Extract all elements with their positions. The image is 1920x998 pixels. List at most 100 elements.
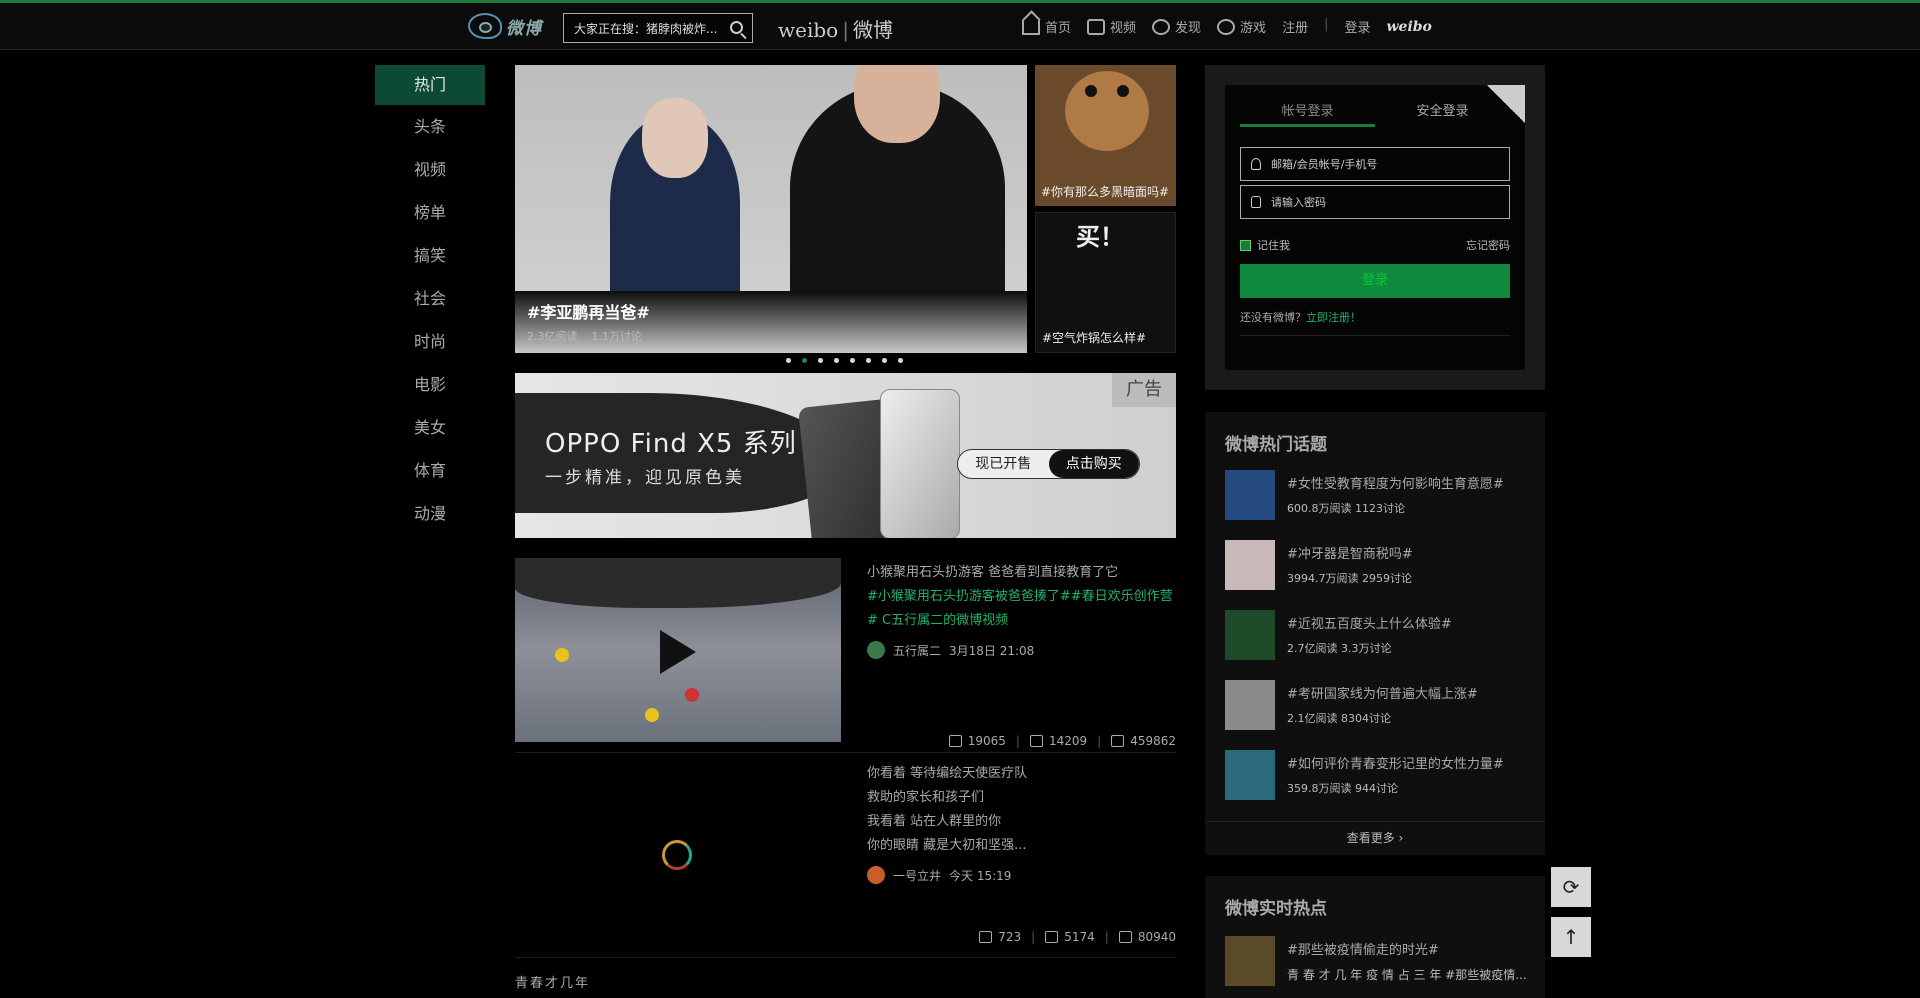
- weibo-mark[interactable]: weibo: [1386, 17, 1431, 36]
- ad-cta[interactable]: 现已开售 点击购买: [957, 449, 1140, 479]
- category-anime[interactable]: 动漫: [375, 492, 485, 535]
- see-more-link[interactable]: 查看更多 ›: [1205, 821, 1545, 855]
- hot-topics-list: #女性受教育程度为何影响生育意愿# 600.8万阅读 1123讨论 #冲牙器是智商…: [1225, 470, 1535, 820]
- realtime-hot-thumbnail[interactable]: [1225, 936, 1275, 986]
- search-box[interactable]: 大家正在搜：猪脖肉被炸...: [563, 13, 753, 43]
- category-society[interactable]: 社会: [375, 277, 485, 320]
- author-name[interactable]: 五行属二: [893, 642, 941, 659]
- category-headlines[interactable]: 头条: [375, 105, 485, 148]
- comment-count: 5174: [1064, 930, 1095, 944]
- hot-topic-title[interactable]: #女性受教育程度为何影响生育意愿#: [1287, 473, 1504, 492]
- hot-topic-item[interactable]: #考研国家线为何普遍大幅上涨# 2.1亿阅读 8304讨论: [1225, 680, 1535, 750]
- hot-topic-title[interactable]: #如何评价青春变形记里的女性力量#: [1287, 753, 1504, 772]
- arrow-up-icon: ↑: [1562, 925, 1580, 949]
- avatar[interactable]: [867, 641, 885, 659]
- hot-topic-thumbnail[interactable]: [1225, 470, 1275, 520]
- category-beauty[interactable]: 美女: [375, 406, 485, 449]
- feed-stats: 19065 | 14209 | 459862: [948, 734, 1176, 748]
- carousel-dot-active[interactable]: [802, 358, 807, 363]
- slide-title[interactable]: #李亚鹏再当爸#: [527, 299, 650, 323]
- feed-author[interactable]: 五行属二 3月18日 21:08: [867, 641, 1034, 659]
- login-link[interactable]: 登录: [1344, 17, 1370, 36]
- username-field[interactable]: 邮箱/会员帐号/手机号: [1240, 147, 1510, 181]
- weibo-logo[interactable]: 微博: [468, 13, 542, 39]
- feed-item: 小猴聚用石头扔游客 爸爸看到直接教育了它 #小猴聚用石头扔游客被爸爸揍了##春日…: [515, 558, 1176, 753]
- feed-text[interactable]: 你看着 等待编绘天使医疗队 救助的家长和孩子们 我看着 站在人群里的你 你的眼睛…: [867, 762, 1176, 858]
- realtime-hot-item-title[interactable]: #那些被疫情偷走的时光#: [1287, 939, 1527, 958]
- nav-game-label: 游戏: [1240, 21, 1267, 36]
- hot-topic-thumbnail[interactable]: [1225, 680, 1275, 730]
- category-video[interactable]: 视频: [375, 148, 485, 191]
- hot-topic-item[interactable]: #冲牙器是智商税吗# 3994.7万阅读 2959讨论: [1225, 540, 1535, 610]
- author-name[interactable]: 一号立井: [893, 867, 941, 884]
- register-link[interactable]: 注册: [1282, 17, 1308, 36]
- hot-topic-title[interactable]: #考研国家线为何普遍大幅上涨#: [1287, 683, 1478, 702]
- carousel-dot[interactable]: [834, 358, 839, 363]
- nav-home-label: 首页: [1045, 21, 1072, 36]
- hot-topic-item[interactable]: #女性受教育程度为何影响生育意愿# 600.8万阅读 1123讨论: [1225, 470, 1535, 540]
- refresh-button[interactable]: ⟳: [1551, 867, 1591, 907]
- password-field[interactable]: 请输入密码: [1240, 185, 1510, 219]
- like-count: 80940: [1137, 930, 1176, 944]
- tab-account-login[interactable]: 帐号登录: [1240, 97, 1375, 127]
- hot-topic-thumbnail[interactable]: [1225, 610, 1275, 660]
- feed-tags[interactable]: #小猴聚用石头扔游客被爸爸揍了##春日欢乐创作营# C五行属二的微博视频: [867, 585, 1176, 633]
- category-ranking[interactable]: 榜单: [375, 191, 485, 234]
- play-icon[interactable]: [660, 630, 696, 674]
- like-icon[interactable]: [1111, 735, 1125, 747]
- like-icon[interactable]: [1118, 931, 1132, 943]
- nav-video[interactable]: 视频: [1087, 17, 1136, 36]
- slide-discuss: 1.1万讨论: [591, 330, 643, 343]
- comment-icon[interactable]: [1045, 931, 1059, 943]
- carousel-dot[interactable]: [818, 358, 823, 363]
- back-to-top-button[interactable]: ↑: [1551, 917, 1591, 957]
- hot-topic-item[interactable]: #近视五百度头上什么体验# 2.7亿阅读 3.3万讨论: [1225, 610, 1535, 680]
- nav-discover[interactable]: 发现: [1152, 17, 1201, 36]
- repost-icon[interactable]: [979, 931, 993, 943]
- video-thumbnail[interactable]: [515, 558, 841, 742]
- category-sports[interactable]: 体育: [375, 449, 485, 492]
- register-prompt: 还没有微博？立即注册！: [1240, 309, 1361, 325]
- slide-meta: 2.3亿阅读 1.1万讨论: [527, 328, 642, 344]
- forgot-password-link[interactable]: 忘记密码: [1466, 237, 1510, 253]
- nav-home[interactable]: 首页: [1022, 17, 1071, 36]
- qr-code-icon[interactable]: [1487, 85, 1525, 123]
- video-rock-image: [515, 558, 841, 608]
- category-hot[interactable]: 热门: [375, 65, 485, 105]
- oppo-ad-banner[interactable]: OPPO Find X5 系列 一步精准，迎见原色美 广告 现已开售 点击购买: [515, 373, 1176, 538]
- feed-author[interactable]: 一号立井 今天 15:19: [867, 866, 1011, 884]
- avatar[interactable]: [867, 866, 885, 884]
- hot-topic-thumbnail[interactable]: [1225, 750, 1275, 800]
- search-input[interactable]: 大家正在搜：猪脖肉被炸...: [574, 20, 722, 37]
- category-fashion[interactable]: 时尚: [375, 320, 485, 363]
- hot-topic-title[interactable]: #近视五百度头上什么体验#: [1287, 613, 1452, 632]
- comment-icon[interactable]: [1029, 735, 1043, 747]
- carousel-thumb-bottom[interactable]: 买！ #空气炸锅怎么样#: [1035, 212, 1176, 353]
- brand-en: weibo: [778, 18, 839, 42]
- realtime-hot-item[interactable]: #那些被疫情偷走的时光# 青 春 才 几 年 疫 情 占 三 年 #那些被疫情..…: [1225, 936, 1535, 986]
- search-icon[interactable]: [730, 21, 743, 34]
- carousel-dot[interactable]: [898, 358, 903, 363]
- carousel-main-slide[interactable]: #李亚鹏再当爸# 2.3亿阅读 1.1万讨论: [515, 65, 1027, 353]
- nav-game[interactable]: 游戏: [1217, 17, 1266, 36]
- stats-divider: |: [1104, 930, 1109, 944]
- ad-subtitle: 一步精准，迎见原色美: [545, 468, 745, 488]
- hot-topic-title[interactable]: #冲牙器是智商税吗#: [1287, 543, 1413, 562]
- remember-me[interactable]: 记住我: [1240, 237, 1290, 253]
- carousel-dot[interactable]: [866, 358, 871, 363]
- repost-icon[interactable]: [948, 735, 962, 747]
- hot-topic-thumbnail[interactable]: [1225, 540, 1275, 590]
- hot-topic-item[interactable]: #如何评价青春变形记里的女性力量# 359.8万阅读 944讨论: [1225, 750, 1535, 820]
- register-now-link[interactable]: 立即注册！: [1306, 311, 1361, 324]
- ad-buy-button[interactable]: 点击购买: [1048, 450, 1139, 478]
- remember-checkbox[interactable]: [1240, 239, 1251, 251]
- feed-line: 你的眼睛 藏是大初和坚强...: [867, 838, 1027, 853]
- carousel-dot[interactable]: [850, 358, 855, 363]
- carousel-dot[interactable]: [882, 358, 887, 363]
- carousel-dot[interactable]: [786, 358, 791, 363]
- login-button[interactable]: 登录: [1240, 264, 1510, 298]
- carousel-thumb-top[interactable]: #你有那么多黑暗面吗#: [1035, 65, 1176, 206]
- category-movie[interactable]: 电影: [375, 363, 485, 406]
- category-funny[interactable]: 搞笑: [375, 234, 485, 277]
- feed-text[interactable]: 小猴聚用石头扔游客 爸爸看到直接教育了它 #小猴聚用石头扔游客被爸爸揍了##春日…: [867, 561, 1176, 633]
